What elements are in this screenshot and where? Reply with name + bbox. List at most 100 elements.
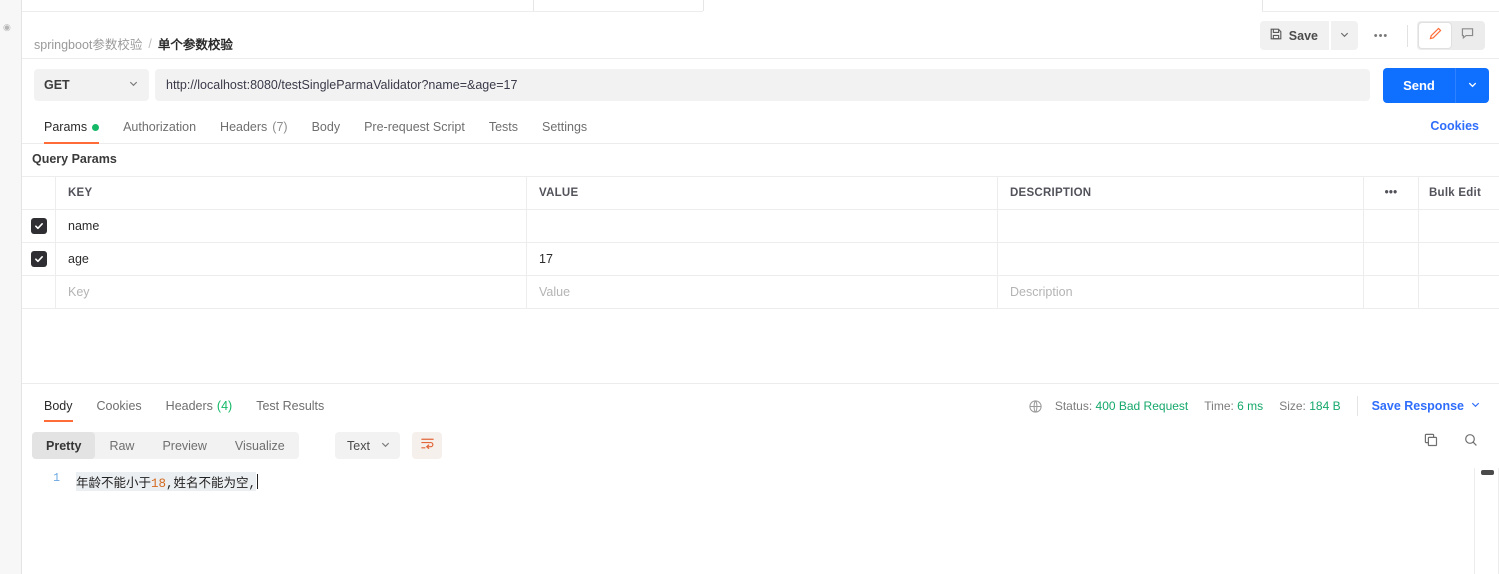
row-spacer-bulk: [1419, 243, 1499, 275]
response-body-selection: 年龄不能小于18,姓名不能为空,: [76, 471, 257, 491]
header-divider: [1407, 24, 1408, 47]
copy-button[interactable]: [1423, 432, 1439, 453]
tab-pre-request-script-label: Pre-request Script: [364, 120, 465, 134]
word-wrap-button[interactable]: [412, 432, 442, 459]
http-method-label: GET: [44, 78, 70, 92]
response-body-number: 18: [151, 476, 167, 491]
response-body-text-after: ,姓名不能为空,: [166, 476, 257, 491]
response-tab-body-label: Body: [44, 399, 73, 413]
row-value-input[interactable]: [527, 210, 998, 242]
response-body-toolbar: Pretty Raw Preview Visualize Text: [22, 430, 1499, 466]
row-checkbox-cell: [22, 276, 56, 308]
response-body-text-before: 年龄不能小于: [76, 476, 152, 491]
tab-settings[interactable]: Settings: [530, 110, 599, 144]
collapse-dot-icon[interactable]: ◉: [3, 23, 11, 32]
save-dropdown-button[interactable]: [1331, 21, 1358, 50]
save-button-label: Save: [1288, 28, 1318, 43]
breadcrumb-collection[interactable]: springboot参数校验: [34, 34, 142, 53]
search-button[interactable]: [1463, 432, 1479, 453]
new-row-description-input[interactable]: Description: [998, 276, 1364, 308]
row-value-input[interactable]: 17: [527, 243, 998, 275]
edit-mode-button[interactable]: [1419, 23, 1451, 48]
response-tab-headers[interactable]: Headers (4): [154, 390, 245, 422]
size-label: Size:: [1279, 399, 1306, 413]
view-preview-button[interactable]: Preview: [148, 432, 220, 459]
tab-body-label: Body: [311, 120, 341, 134]
new-row-value-input[interactable]: Value: [527, 276, 998, 308]
response-tab-body[interactable]: Body: [32, 390, 85, 422]
new-row-key-input[interactable]: Key: [56, 276, 527, 308]
more-actions-button[interactable]: •••: [1364, 21, 1398, 50]
editor-scrollbar-track[interactable]: [1474, 468, 1475, 574]
request-tab-bar: Params Authorization Headers (7) Body Pr…: [22, 110, 1499, 144]
tab-headers[interactable]: Headers (7): [208, 110, 300, 144]
send-button[interactable]: Send: [1383, 68, 1455, 103]
chevron-down-icon: [128, 76, 139, 94]
request-url-input[interactable]: http://localhost:8080/testSingleParmaVal…: [155, 69, 1370, 101]
row-key-input[interactable]: age: [56, 243, 527, 275]
table-options-button[interactable]: •••: [1364, 177, 1419, 209]
request-url-row: GET http://localhost:8080/testSingleParm…: [22, 60, 1499, 110]
globe-icon[interactable]: [1028, 399, 1043, 414]
save-response-label: Save Response: [1371, 399, 1464, 413]
response-tab-cookies-label: Cookies: [96, 399, 142, 413]
response-tab-test-results[interactable]: Test Results: [244, 390, 336, 422]
status-label: Status:: [1054, 399, 1093, 413]
bulk-edit-button[interactable]: Bulk Edit: [1419, 177, 1499, 209]
status-badge: Status: 400 Bad Request: [1055, 399, 1188, 413]
table-row-new: Key Value Description: [22, 276, 1499, 309]
left-rail[interactable]: ◉: [0, 0, 22, 574]
tab-pre-request-script[interactable]: Pre-request Script: [352, 110, 477, 144]
table-row: name: [22, 210, 1499, 243]
response-meta: Status: 400 Bad Request Time: 6 ms Size:…: [1028, 390, 1481, 422]
comment-button[interactable]: [1451, 23, 1483, 48]
request-header: springboot参数校验 / 单个参数校验 Save •••: [22, 12, 1499, 59]
editor-scrollbar-thumb[interactable]: [1481, 470, 1494, 475]
query-params-title: Query Params: [32, 152, 117, 166]
table-header-wrap: KEY VALUE DESCRIPTION ••• Bulk Edit: [22, 176, 1499, 210]
view-pretty-button[interactable]: Pretty: [32, 432, 96, 459]
table-row: age 17: [22, 243, 1499, 276]
header-value: VALUE: [527, 177, 998, 209]
ellipsis-icon: •••: [1373, 29, 1389, 42]
response-body-editor[interactable]: 1 年龄不能小于18,姓名不能为空,: [22, 468, 1499, 574]
view-visualize-button[interactable]: Visualize: [221, 432, 299, 459]
chevron-down-icon: [1467, 77, 1478, 95]
time-label: Time:: [1204, 399, 1234, 413]
chevron-down-icon: [380, 439, 391, 453]
response-tab-cookies[interactable]: Cookies: [85, 390, 154, 422]
breadcrumb-separator: /: [148, 36, 152, 51]
view-raw-button[interactable]: Raw: [95, 432, 148, 459]
response-body-line[interactable]: 年龄不能小于18,姓名不能为空,: [76, 471, 1475, 491]
cookies-link[interactable]: Cookies: [1430, 119, 1479, 133]
breadcrumb: springboot参数校验 / 单个参数校验: [34, 34, 233, 53]
pencil-icon: [1428, 26, 1443, 46]
table-header-row: KEY VALUE DESCRIPTION ••• Bulk Edit: [22, 177, 1499, 210]
row-checkbox-cell: [22, 210, 56, 242]
tab-tests[interactable]: Tests: [477, 110, 530, 144]
postman-request-window: ◉ springboot参数校验 / 单个参数校验 Save ••• GET h…: [0, 0, 1499, 574]
save-button[interactable]: Save: [1259, 21, 1329, 50]
time-badge: Time: 6 ms: [1204, 399, 1263, 413]
http-method-select[interactable]: GET: [34, 69, 149, 101]
word-wrap-icon: [420, 436, 435, 456]
row-checkbox[interactable]: [30, 251, 47, 267]
body-format-select[interactable]: Text: [335, 432, 400, 459]
copy-icon: [1423, 432, 1439, 453]
view-toggle-group: [1417, 21, 1485, 50]
response-tab-headers-count: (4): [216, 399, 233, 413]
row-description-input[interactable]: [998, 210, 1364, 242]
request-url-text: http://localhost:8080/testSingleParmaVal…: [166, 78, 518, 92]
time-value: 6 ms: [1237, 399, 1264, 413]
row-description-input[interactable]: [998, 243, 1364, 275]
row-checkbox[interactable]: [30, 218, 47, 234]
tab-params[interactable]: Params: [32, 110, 111, 144]
send-dropdown-button[interactable]: [1456, 68, 1489, 103]
params-modified-dot-icon: [92, 123, 100, 131]
tab-authorization[interactable]: Authorization: [111, 110, 208, 144]
row-key-input[interactable]: name: [56, 210, 527, 242]
save-response-button[interactable]: Save Response: [1372, 399, 1481, 413]
header-actions: Save •••: [1259, 21, 1485, 50]
row-spacer-bulk: [1419, 276, 1499, 308]
tab-body[interactable]: Body: [300, 110, 353, 144]
